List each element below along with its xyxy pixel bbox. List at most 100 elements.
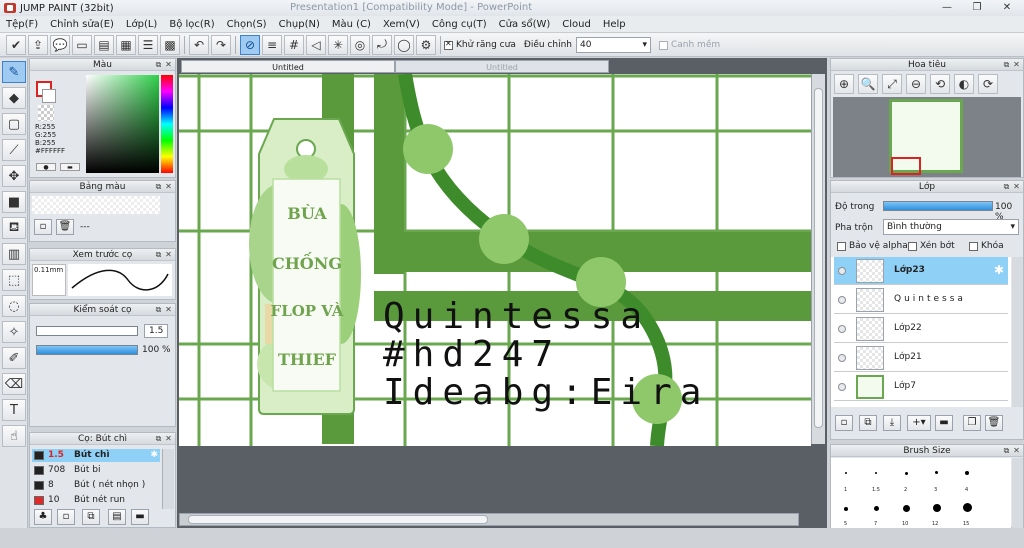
delete-layer-icon[interactable]: 🗑 <box>985 415 1003 431</box>
upload-icon[interactable]: ⇪ <box>28 34 48 55</box>
hue-slider[interactable] <box>161 75 173 173</box>
menu-window[interactable]: Cửa sổ(W) <box>493 19 557 30</box>
line-tool-icon[interactable]: ⟋ <box>2 139 26 161</box>
layer-settings-icon[interactable]: ✱ <box>994 263 1004 277</box>
brush-size-scrollbar[interactable] <box>1012 458 1023 528</box>
curve-snap-icon[interactable]: ⤾ <box>372 34 392 55</box>
brush-new-icon[interactable]: ▫ <box>57 509 75 525</box>
new-layer-icon[interactable]: ▫ <box>835 415 853 431</box>
menu-filter[interactable]: Bộ lọc(R) <box>163 19 220 30</box>
delete-palette-icon[interactable]: 🗑 <box>56 219 74 235</box>
menu-layer[interactable]: Lớp(L) <box>120 19 163 30</box>
layer-row[interactable]: Lớp21 <box>834 344 1008 372</box>
clip-checkbox[interactable] <box>908 242 917 251</box>
eraser-tool-icon[interactable]: ◆ <box>2 87 26 109</box>
panel-float-icon[interactable]: ⧉ <box>1002 182 1011 191</box>
panel-close-icon[interactable]: ✕ <box>164 434 173 443</box>
navigator-preview[interactable] <box>833 97 1021 177</box>
magic-wand-icon[interactable]: ✧ <box>2 321 26 343</box>
brush-save-icon[interactable]: ▤ <box>108 509 126 525</box>
minimize-button[interactable]: — <box>934 0 960 14</box>
document-icon[interactable]: ▤ <box>94 34 114 55</box>
brush-add-icon[interactable]: ♣ <box>34 509 52 525</box>
rect-select-icon[interactable]: ▢ <box>2 113 26 135</box>
layer-row[interactable]: Lớp23 ✱ <box>834 257 1008 285</box>
fill-rect-icon[interactable]: ■ <box>2 191 26 213</box>
panel-close-icon[interactable]: ✕ <box>164 250 173 259</box>
rotate-right-icon[interactable]: ⟳ <box>978 74 998 94</box>
layer-list-scrollbar[interactable] <box>1012 257 1023 407</box>
color-saturation-picker[interactable] <box>86 75 159 173</box>
background-color-swatch[interactable] <box>42 89 56 103</box>
panel-close-icon[interactable]: ✕ <box>164 182 173 191</box>
brush-item[interactable]: 8 Bút ( nét nhọn ) <box>32 479 160 492</box>
rotate-reset-icon[interactable]: ◐ <box>954 74 974 94</box>
brush-list-scrollbar[interactable] <box>162 449 174 509</box>
list-icon[interactable]: ☰ <box>138 34 158 55</box>
duplicate-layer-icon[interactable]: ❐ <box>963 415 981 431</box>
canvas-horizontal-scrollbar[interactable] <box>179 513 799 526</box>
brush-item[interactable]: 1.5 Bút chì ✱ <box>32 449 160 462</box>
document-canvas[interactable]: BÙA CHỐNG FLOP VÀ THIEF Quintessa #hd247 I… <box>179 74 811 446</box>
color-mode-button[interactable]: ● <box>36 163 56 171</box>
message-icon[interactable]: ▭ <box>72 34 92 55</box>
operation-tool-icon[interactable]: ☝ <box>2 425 26 447</box>
menu-capture[interactable]: Chụp(N) <box>273 19 326 30</box>
panel-float-icon[interactable]: ⧉ <box>154 305 163 314</box>
menu-view[interactable]: Xem(V) <box>377 19 426 30</box>
panel-float-icon[interactable]: ⧉ <box>154 60 163 69</box>
zoom-in-icon[interactable]: 🔍 <box>858 74 878 94</box>
layer-opacity-slider[interactable] <box>883 201 993 211</box>
panel-float-icon[interactable]: ⧉ <box>154 250 163 259</box>
panel-float-icon[interactable]: ⧉ <box>154 182 163 191</box>
settings-icon[interactable]: ⚙ <box>416 34 436 55</box>
brush-size-value[interactable]: 1.5 <box>144 324 169 338</box>
brush-size-slider[interactable] <box>36 326 138 336</box>
add-layer-menu-icon[interactable]: +▾ <box>907 415 931 431</box>
brush-copy-icon[interactable]: ⧉ <box>82 509 100 525</box>
transparent-swatch[interactable] <box>38 105 54 121</box>
brush-settings-icon[interactable]: ✱ <box>150 449 158 462</box>
lock-checkbox[interactable] <box>969 242 978 251</box>
brush-opacity-slider[interactable] <box>36 345 138 355</box>
menu-file[interactable]: Tệp(F) <box>0 19 44 30</box>
panel-float-icon[interactable]: ⧉ <box>1002 60 1011 69</box>
maximize-button[interactable]: ❐ <box>964 0 990 14</box>
brush-item[interactable]: 10 Bút nét run <box>32 494 160 507</box>
tab-untitled-inactive[interactable]: Untitled <box>395 60 609 73</box>
antialias-checkbox[interactable] <box>444 39 453 50</box>
panel-float-icon[interactable]: ⧉ <box>154 434 163 443</box>
pen-tool-icon[interactable]: ✎ <box>2 61 26 83</box>
adjust-select[interactable]: 40 <box>575 36 651 53</box>
select-eraser-icon[interactable]: ⌫ <box>2 373 26 395</box>
bucket-tool-icon[interactable]: ⛾ <box>2 217 26 239</box>
menu-cloud[interactable]: Cloud <box>556 19 597 30</box>
check-icon[interactable]: ✔ <box>6 34 26 55</box>
color-mode-button-2[interactable]: ▬ <box>60 163 80 171</box>
palette-swatches[interactable] <box>32 196 160 214</box>
select-marquee-icon[interactable]: ⬚ <box>2 269 26 291</box>
page-icon[interactable]: ▦ <box>116 34 136 55</box>
select-pen-icon[interactable]: ✐ <box>2 347 26 369</box>
panel-close-icon[interactable]: ✕ <box>164 305 173 314</box>
merge-layer-icon[interactable]: ⤓ <box>883 415 901 431</box>
lasso-tool-icon[interactable]: ◌ <box>2 295 26 317</box>
scroll-thumb[interactable] <box>814 88 823 428</box>
panel-close-icon[interactable]: ✕ <box>164 60 173 69</box>
panel-close-icon[interactable]: ✕ <box>1012 60 1021 69</box>
menu-color[interactable]: Màu (C) <box>326 19 377 30</box>
panel-close-icon[interactable]: ✕ <box>1012 446 1021 455</box>
gradient-tool-icon[interactable]: ▥ <box>2 243 26 265</box>
circle-snap-icon[interactable]: ◎ <box>350 34 370 55</box>
tab-untitled-active[interactable]: Untitled <box>181 60 395 73</box>
scroll-thumb[interactable] <box>188 515 488 524</box>
move-tool-icon[interactable]: ✥ <box>2 165 26 187</box>
text-tool-icon[interactable]: T <box>2 399 26 421</box>
brush-folder-icon[interactable]: ▬ <box>131 509 149 525</box>
zoom-out-icon[interactable]: ⊖ <box>906 74 926 94</box>
brush-size-grid[interactable]: 1 1.5 2 3 4 5 7 10 12 15 <box>831 458 1011 528</box>
zoom-full-icon[interactable]: ⤢ <box>882 74 902 94</box>
brush-item[interactable]: 708 Bút bi <box>32 464 160 477</box>
new-palette-icon[interactable]: ▫ <box>34 219 52 235</box>
protect-alpha-checkbox[interactable] <box>837 242 846 251</box>
